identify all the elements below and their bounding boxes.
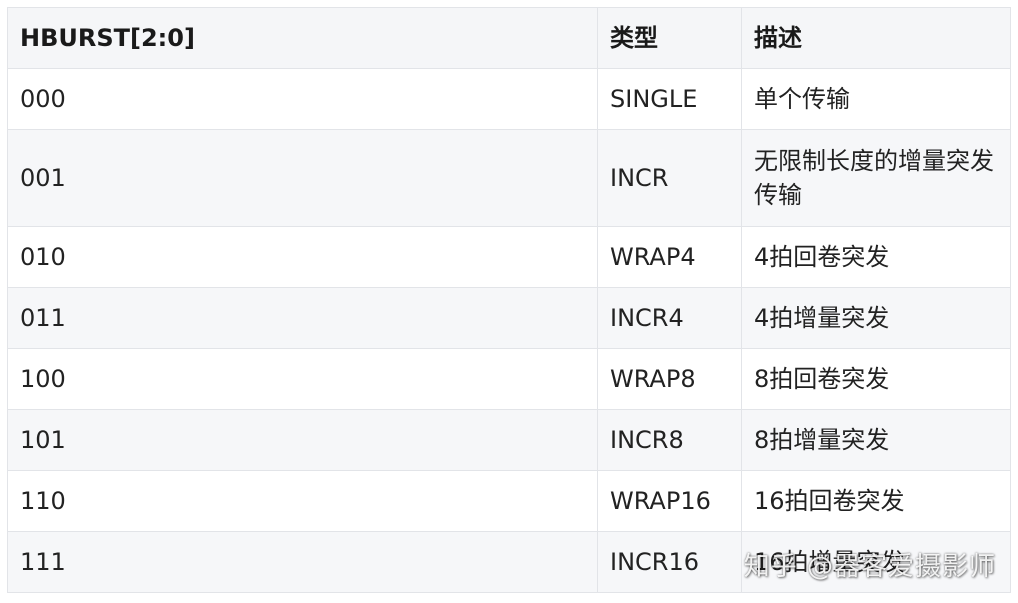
cell-code: 101 — [7, 409, 598, 471]
table-row: 010 WRAP4 4拍回卷突发 — [7, 226, 1011, 288]
table-row: 000 SINGLE 单个传输 — [7, 68, 1011, 130]
cell-type: INCR4 — [597, 287, 742, 349]
cell-description: 4拍增量突发 — [741, 287, 1011, 349]
table-row: 011 INCR4 4拍增量突发 — [7, 287, 1011, 349]
table-row: 101 INCR8 8拍增量突发 — [7, 409, 1011, 471]
cell-type: SINGLE — [597, 68, 742, 130]
table-row: 110 WRAP16 16拍回卷突发 — [7, 470, 1011, 532]
cell-description: 单个传输 — [741, 68, 1011, 130]
header-type: 类型 — [597, 7, 742, 69]
cell-code: 000 — [7, 68, 598, 130]
table-header-row: HBURST[2:0] 类型 描述 — [7, 7, 1011, 69]
hburst-table: HBURST[2:0] 类型 描述 000 SINGLE 单个传输 001 IN… — [7, 7, 1011, 593]
cell-code: 001 — [7, 129, 598, 227]
cell-code: 110 — [7, 470, 598, 532]
table-row: 001 INCR 无限制长度的增量突发传输 — [7, 129, 1011, 227]
cell-code: 010 — [7, 226, 598, 288]
cell-description: 8拍增量突发 — [741, 409, 1011, 471]
cell-code: 011 — [7, 287, 598, 349]
cell-type: INCR16 — [597, 531, 742, 593]
cell-description: 4拍回卷突发 — [741, 226, 1011, 288]
cell-type: INCR — [597, 129, 742, 227]
cell-description: 16拍回卷突发 — [741, 470, 1011, 532]
cell-code: 111 — [7, 531, 598, 593]
cell-type: WRAP16 — [597, 470, 742, 532]
cell-type: INCR8 — [597, 409, 742, 471]
header-hburst: HBURST[2:0] — [7, 7, 598, 69]
header-description: 描述 — [741, 7, 1011, 69]
cell-code: 100 — [7, 348, 598, 410]
cell-description: 无限制长度的增量突发传输 — [741, 129, 1011, 227]
cell-type: WRAP4 — [597, 226, 742, 288]
cell-type: WRAP8 — [597, 348, 742, 410]
watermark-text: 知乎 @器客爱摄影师 — [743, 552, 996, 582]
cell-description: 8拍回卷突发 — [741, 348, 1011, 410]
table-row: 100 WRAP8 8拍回卷突发 — [7, 348, 1011, 410]
